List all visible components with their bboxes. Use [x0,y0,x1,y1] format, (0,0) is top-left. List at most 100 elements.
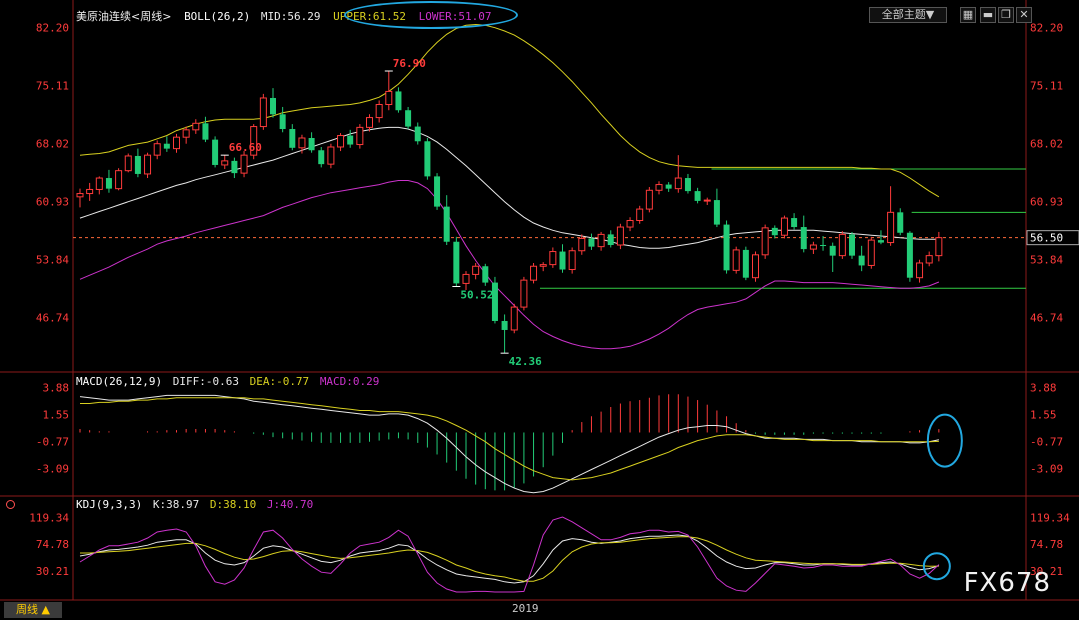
candle-body [597,233,605,248]
candle-body [665,184,672,189]
candle-body [530,265,538,281]
candle-body [134,155,141,174]
price-axis-tick-right: 46.74 [1030,311,1063,324]
candle-body [616,226,624,246]
timeframe-button[interactable]: 周线 ▲ [4,602,62,618]
candle-body [867,239,875,266]
candle-body [588,238,595,247]
macd-axis-tick-right: 1.55 [1030,409,1057,422]
candle-body [115,170,123,190]
candle-body [820,245,827,247]
macd-axis-tick-left: -3.09 [36,462,69,475]
kdj-axis-tick-right: 119.34 [1030,511,1070,524]
macd-indicator-name[interactable]: MACD(26,12,9) [76,375,162,388]
chart-canvas: 56.50 76.90 66.60 50.52 42.36 82.20 82.20 75.1… [0,0,1079,601]
candle-body [568,250,576,271]
candle-body [337,135,345,148]
macd-axis-tick-right: -3.09 [1030,462,1063,475]
candle-body [761,227,769,256]
candle-body [559,251,566,270]
candle-body [703,199,711,202]
candle-body [838,233,846,257]
candle-body [935,237,943,257]
candle-body [462,273,470,284]
price-axis-tick-left: 53.84 [36,253,69,266]
boll-upper-line [79,23,940,198]
candle-body [270,97,276,115]
candle-body [375,104,383,119]
candle-body [163,143,170,149]
macd-axis-tick-left: 3.88 [43,382,70,395]
candle-body [192,122,200,131]
candle-body [897,212,904,233]
price-axis-tick-left: 68.02 [36,138,69,151]
upper-lower-highlight-ellipse [344,1,518,29]
extreme-price-label: 66.60 [229,141,262,154]
extreme-price-label: 76.90 [393,57,426,70]
boll-indicator-name[interactable]: BOLL(26,2) [184,10,250,23]
candle-body [434,176,441,207]
candle-body [501,320,508,330]
candle-body [424,141,431,177]
candle-body [645,189,653,210]
kdj-axis-tick-left: 74.78 [36,538,69,551]
candle-body [298,137,306,149]
candle-body [259,97,267,128]
macd-axis-tick-right: -0.77 [1030,435,1063,448]
candle-body [443,206,450,242]
kdj-d-value: D:38.10 [209,498,257,511]
kdj-k-value: K:38.97 [152,498,200,511]
macd-axis-tick-right: 3.88 [1030,382,1057,395]
candle-body [800,227,807,250]
candle-body [713,200,720,225]
candle-body [173,136,180,150]
candle-body [925,255,933,264]
candle-body [510,306,518,331]
candle-body [887,211,895,244]
kdj-j-value: J:40.70 [266,498,314,511]
candle-body [626,220,634,228]
theme-dropdown-button[interactable]: 全部主题▼ [869,7,947,23]
candle-body [395,91,402,111]
kdj-indicator-name[interactable]: KDJ(9,3,3) [76,498,142,511]
candle-body [578,237,586,252]
restore-icon[interactable]: ❐ [998,7,1014,23]
kdj-j-line [79,516,940,593]
candle-body [742,249,749,278]
candle-body [453,241,460,284]
candle-body [732,249,740,271]
candle-body [289,129,296,148]
chart-window: 56.50 76.90 66.60 50.52 42.36 82.20 82.20 75.1… [0,0,1079,620]
minimize-icon[interactable]: ▬ [980,7,996,23]
candle-body [791,218,798,228]
candle-body [877,240,884,243]
price-axis-tick-right: 68.02 [1030,138,1063,151]
candle-body [752,254,759,279]
candle-body [279,114,286,130]
grid-icon[interactable]: ▦ [960,7,976,23]
macd-axis-tick-left: -0.77 [36,435,69,448]
boll-mid-value: MID:56.29 [260,10,321,23]
macd-value: MACD:0.29 [319,375,380,388]
macd-dea-value: DEA:-0.77 [249,375,310,388]
candle-body [906,232,913,278]
kdj-axis-tick-left: 119.34 [29,511,69,524]
price-axis-tick-left: 82.20 [36,22,69,35]
candle-body [240,154,248,174]
candle-body [916,262,924,279]
kdj-d-line [80,536,939,582]
price-axis-tick-right: 60.93 [1030,195,1063,208]
close-icon[interactable]: ✕ [1016,7,1032,23]
candle-body [684,178,691,192]
candle-body [318,150,325,165]
candle-body [780,217,788,236]
extreme-price-label: 50.52 [460,289,493,302]
price-axis-tick-left: 46.74 [36,311,69,324]
watermark-logo: FX678 [963,568,1051,598]
panel-settings-icon[interactable] [6,500,15,509]
candle-body [694,191,701,201]
boll-mid-line [79,126,939,249]
macd-diff-value: DIFF:-0.63 [172,375,239,388]
candle-body [849,234,855,256]
price-axis-tick-right: 75.11 [1030,80,1063,93]
